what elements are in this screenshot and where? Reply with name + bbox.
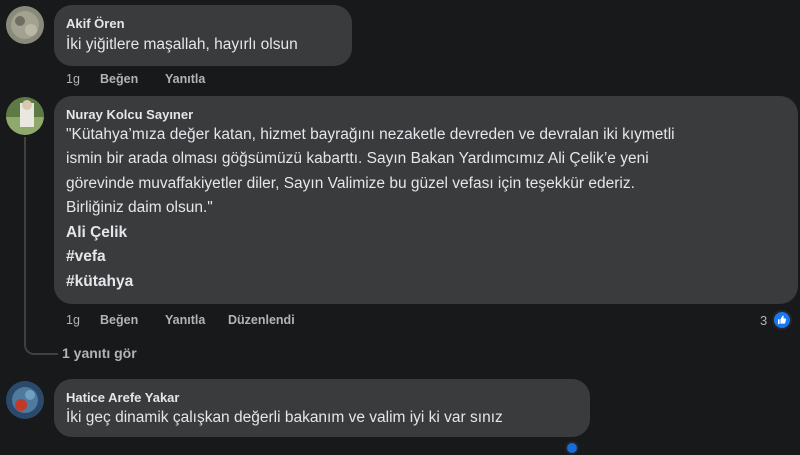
comment-time[interactable]: 1g: [66, 72, 80, 86]
like-icon[interactable]: [565, 441, 579, 455]
reply-button[interactable]: Yanıtla: [165, 313, 205, 327]
view-replies-link[interactable]: 1 yanıtı gör: [62, 345, 137, 361]
comment-time[interactable]: 1g: [66, 313, 80, 327]
avatar-image: [6, 97, 44, 135]
comment-author[interactable]: Hatice Arefe Yakar: [66, 390, 179, 405]
comment-text-line: "Kütahya’mıza değer katan, hizmet bayrağ…: [66, 126, 675, 143]
hashtag-link[interactable]: #kütahya: [66, 270, 133, 295]
comment-text: İki geç dinamik çalışkan değerli bakanım…: [66, 409, 503, 426]
avatar-image: [6, 6, 44, 44]
comment-text-line: ismin bir arada olması göğsümüzü kabartt…: [66, 150, 649, 167]
avatar-image: [6, 381, 44, 419]
hashtag-link[interactable]: #vefa: [66, 245, 106, 270]
avatar[interactable]: [6, 381, 44, 419]
comment-text-line: görevinde muvaffakiyetler diler, Sayın V…: [66, 175, 635, 192]
comment-author[interactable]: Nuray Kolcu Sayıner: [66, 107, 193, 122]
reaction-count[interactable]: 3: [760, 313, 767, 328]
thread-connector: [24, 137, 58, 355]
like-icon[interactable]: [772, 310, 792, 330]
mention-link[interactable]: Ali Çelik: [66, 221, 127, 246]
reply-button[interactable]: Yanıtla: [165, 72, 205, 86]
like-button[interactable]: Beğen: [100, 313, 138, 327]
avatar[interactable]: [6, 6, 44, 44]
comment-text-line: Birliğiniz daim olsun.": [66, 199, 213, 216]
avatar[interactable]: [6, 97, 44, 135]
comment-text: İki yiğitlere maşallah, hayırlı olsun: [66, 36, 298, 53]
edited-label[interactable]: Düzenlendi: [228, 313, 295, 327]
like-button[interactable]: Beğen: [100, 72, 138, 86]
comment-author[interactable]: Akif Ören: [66, 16, 125, 31]
